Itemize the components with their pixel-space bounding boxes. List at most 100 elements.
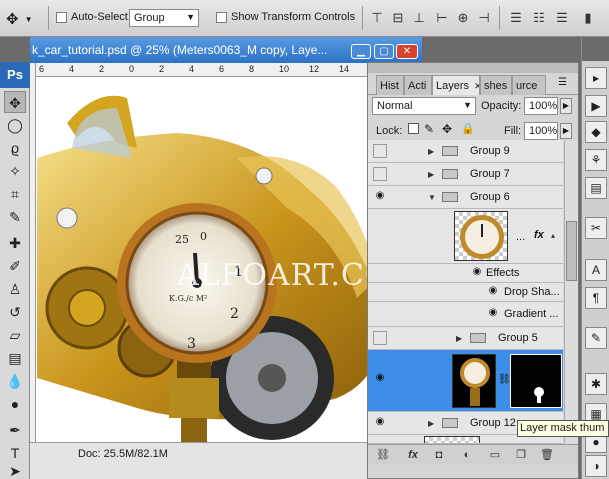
gradient-tool-icon[interactable]: ▤: [4, 347, 26, 369]
eyedropper-icon[interactable]: ✎: [4, 206, 26, 228]
new-group-icon[interactable]: ▭: [488, 448, 502, 462]
layer-row-group9[interactable]: ▶ Group 9: [368, 140, 563, 163]
layer-row-gauge-image[interactable]: ... fx ▴: [368, 209, 563, 264]
lock-transparency-icon[interactable]: [408, 123, 419, 134]
tab-actions[interactable]: Acti: [404, 75, 432, 95]
trash-icon[interactable]: 🗑: [540, 448, 554, 462]
align-top-icon[interactable]: ⊤: [369, 10, 385, 26]
auto-select-toggle[interactable]: Auto-Select:: [56, 11, 131, 23]
opacity-field[interactable]: 100%: [524, 97, 558, 115]
layer-row-group6[interactable]: ◉ ▼ Group 6: [368, 186, 563, 209]
layer-thumbnail[interactable]: [454, 211, 508, 261]
type-tool-icon[interactable]: T: [4, 442, 26, 464]
lasso-tool-icon[interactable]: ϱ: [4, 137, 26, 159]
visibility-toggle[interactable]: [373, 331, 387, 345]
canvas[interactable]: 25 0 1 2 3 K.G./c M² ALFOART.COM: [37, 78, 422, 442]
show-transform-checkbox[interactable]: [216, 11, 227, 23]
layer-thumbnail[interactable]: [452, 354, 496, 408]
expand-arrow-icon[interactable]: ▶: [428, 419, 434, 428]
lock-all-icon[interactable]: 🔒: [461, 122, 475, 135]
link-layers-icon[interactable]: ⛓: [376, 448, 390, 462]
panel-grip[interactable]: [368, 63, 578, 73]
eye-icon[interactable]: ◉: [373, 372, 387, 386]
character-icon[interactable]: A: [585, 259, 607, 281]
show-transform-toggle[interactable]: Show Transform Controls: [216, 11, 355, 23]
expand-arrow-icon[interactable]: ▶: [428, 147, 434, 156]
visibility-toggle[interactable]: [373, 144, 387, 158]
fx-icon[interactable]: fx: [534, 229, 544, 241]
blend-mode-dropdown[interactable]: Normal ▼: [372, 97, 476, 115]
info-icon[interactable]: ▤: [585, 177, 607, 199]
panel-menu-icon[interactable]: ☰: [558, 77, 567, 88]
expand-effects-icon[interactable]: ▴: [551, 231, 555, 240]
fill-field[interactable]: 100%: [524, 122, 558, 140]
dodge-tool-icon[interactable]: ●: [4, 393, 26, 415]
add-mask-icon[interactable]: ◘: [432, 448, 446, 462]
styles-icon[interactable]: ✱: [585, 373, 607, 395]
magic-wand-icon[interactable]: ✧: [4, 160, 26, 182]
brush-tool-icon[interactable]: ✐: [4, 255, 26, 277]
align-bottom-icon[interactable]: ⊥: [411, 10, 427, 26]
visibility-toggle[interactable]: [373, 167, 387, 181]
align-horizontal-center-icon[interactable]: ⊕: [455, 10, 471, 26]
layers-dock-icon[interactable]: ◆: [585, 121, 607, 143]
path-selection-icon[interactable]: ➤: [4, 463, 26, 479]
add-layer-style-icon[interactable]: fx: [406, 448, 420, 462]
eye-icon[interactable]: ◉: [486, 285, 500, 299]
clone-stamp-icon[interactable]: ♙: [4, 278, 26, 300]
eye-icon[interactable]: ◉: [373, 416, 387, 430]
tab-brushes[interactable]: shes: [480, 75, 512, 95]
distribute-center-icon[interactable]: ☷: [531, 10, 547, 26]
effect-drop-shadow-row[interactable]: ◉ Drop Sha...: [368, 283, 563, 302]
layer-row-group7[interactable]: ▶ Group 7: [368, 163, 563, 186]
eye-icon[interactable]: ◉: [470, 266, 484, 280]
chain-link-icon[interactable]: ⛓: [498, 374, 511, 385]
distribute-bottom-icon[interactable]: ☰: [554, 10, 570, 26]
new-layer-icon[interactable]: ❐: [514, 448, 528, 462]
lock-position-icon[interactable]: ✥: [442, 122, 452, 136]
eye-icon[interactable]: ◉: [373, 190, 387, 204]
brush-presets-icon[interactable]: ✎: [585, 327, 607, 349]
layer-row-group5[interactable]: ▶ Group 5: [368, 327, 563, 350]
visibility-toggle[interactable]: [373, 227, 387, 241]
blur-tool-icon[interactable]: 💧: [4, 370, 26, 392]
crop-tool-icon[interactable]: ⌗: [4, 183, 26, 205]
effects-row[interactable]: ◉ Effects: [368, 264, 563, 283]
minimize-icon[interactable]: ▁: [351, 44, 371, 59]
tools-dock-icon[interactable]: ✂: [585, 217, 607, 239]
layer-row-selected[interactable]: ◉ ⛓: [368, 350, 563, 412]
new-adjustment-layer-icon[interactable]: ◐: [460, 448, 474, 462]
layers-scrollbar[interactable]: [564, 141, 578, 443]
healing-brush-icon[interactable]: ✚: [4, 232, 26, 254]
adjustments-icon[interactable]: ⚘: [585, 149, 607, 171]
layer-thumbnail[interactable]: [424, 436, 480, 443]
scrollbar-thumb[interactable]: [566, 221, 577, 281]
eraser-icon[interactable]: ▱: [4, 324, 26, 346]
channels-icon[interactable]: ◑: [585, 455, 607, 477]
align-vertical-center-icon[interactable]: ⊟: [390, 10, 406, 26]
tab-layers[interactable]: Layers ✕: [432, 75, 480, 95]
history-brush-icon[interactable]: ↺: [4, 301, 26, 323]
effect-gradient-row[interactable]: ◉ Gradient ...: [368, 302, 563, 327]
collapse-arrow-icon[interactable]: ▼: [428, 193, 436, 202]
eye-icon[interactable]: ◉: [486, 307, 500, 321]
expand-arrow-icon[interactable]: ▶: [428, 170, 434, 179]
auto-select-checkbox[interactable]: [56, 11, 67, 23]
align-right-icon[interactable]: ⊣: [476, 10, 492, 26]
layer-mask-thumbnail[interactable]: [510, 354, 562, 408]
marquee-tool-icon[interactable]: ◯: [4, 114, 26, 136]
distribute-left-icon[interactable]: ▮: [580, 10, 596, 26]
paragraph-icon[interactable]: ¶: [585, 287, 607, 309]
tab-source[interactable]: urce: [512, 75, 546, 95]
auto-select-dropdown[interactable]: Group ▼: [129, 9, 199, 27]
expand-arrow-icon[interactable]: ▶: [456, 334, 462, 343]
tab-history[interactable]: Hist: [376, 75, 404, 95]
move-tool-icon[interactable]: ✥: [4, 91, 26, 113]
maximize-icon[interactable]: ▢: [374, 44, 394, 59]
lock-pixels-icon[interactable]: ✎: [424, 122, 434, 136]
move-tool-preset[interactable]: ✥ ▼: [6, 10, 33, 28]
navigator-icon[interactable]: ▶: [585, 95, 607, 117]
dock-toggle-icon[interactable]: ▸: [585, 67, 607, 89]
distribute-top-icon[interactable]: ☰: [508, 10, 524, 26]
pen-tool-icon[interactable]: ✒: [4, 419, 26, 441]
